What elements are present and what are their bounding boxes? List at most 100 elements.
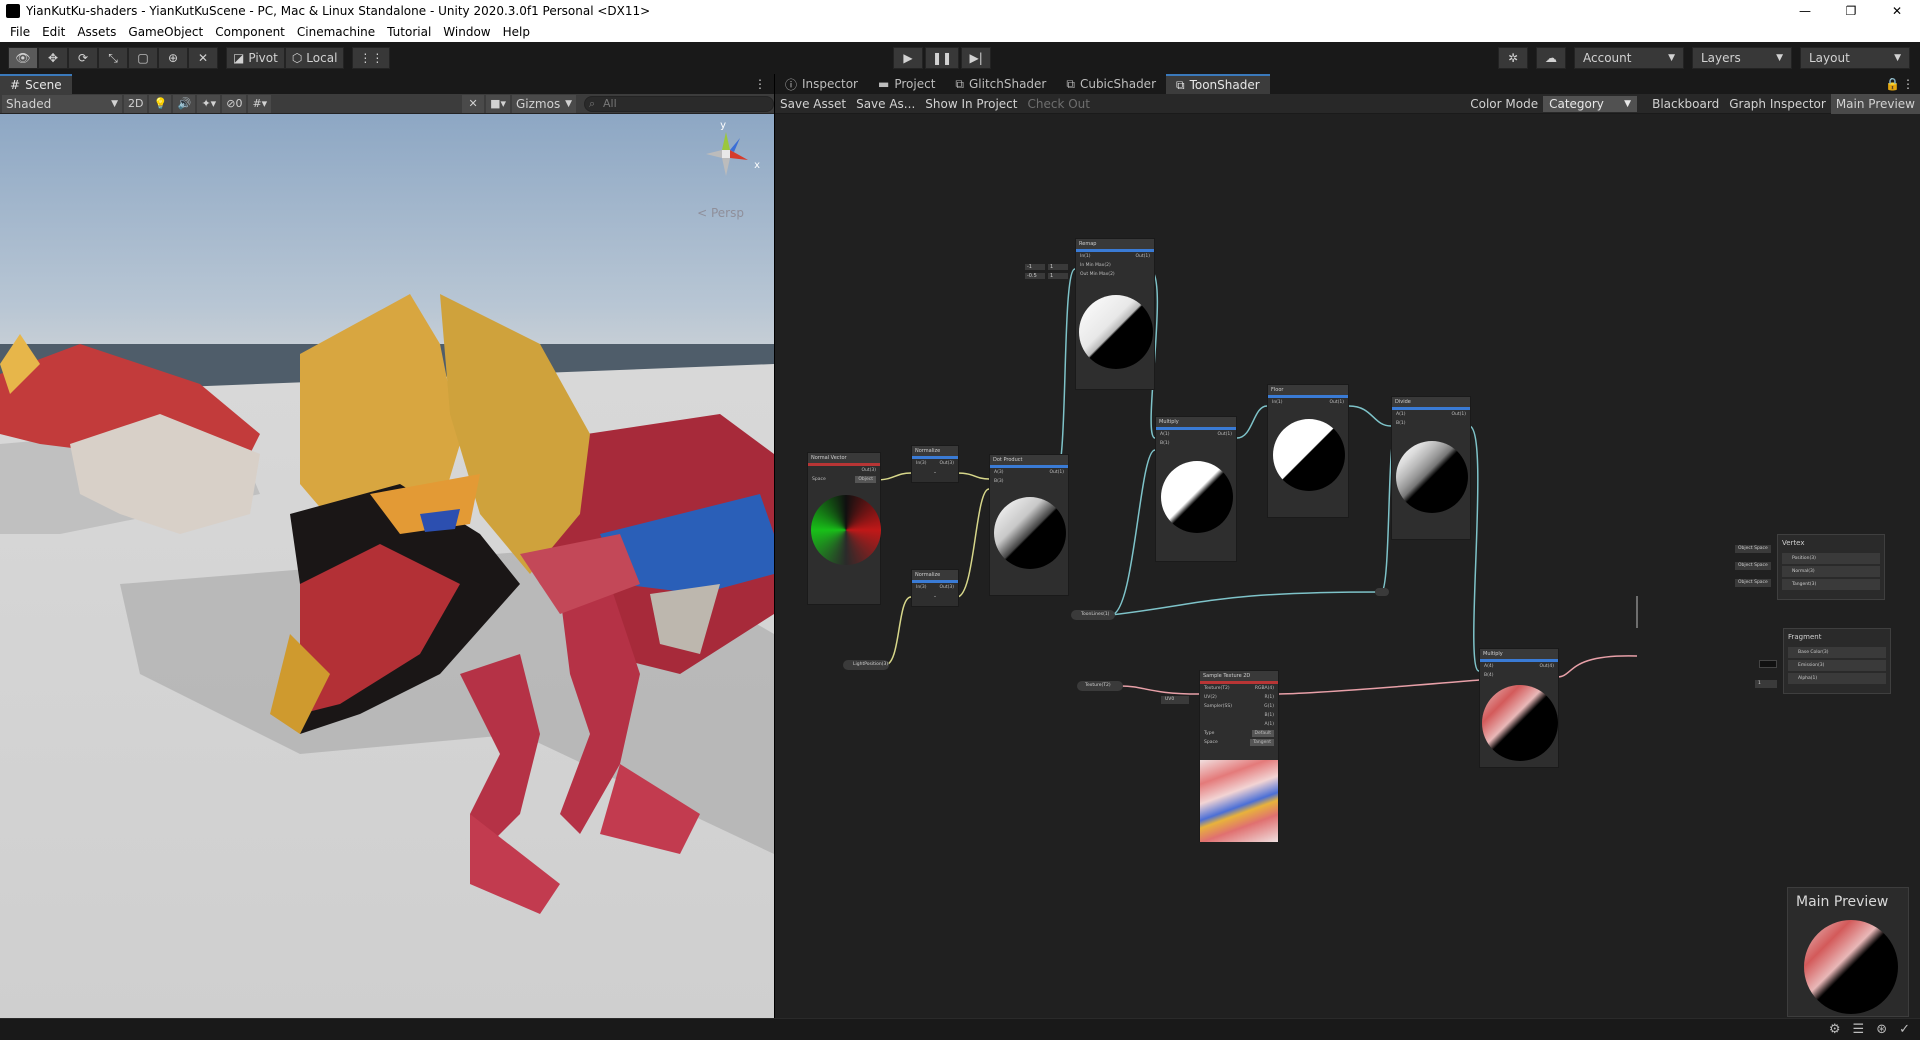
property-light-position[interactable]: LightPosition(3) bbox=[843, 660, 889, 670]
pause-button[interactable]: ❚❚ bbox=[925, 47, 960, 69]
node-multiply-1[interactable]: Multiply A(1) Out(1) B(1) bbox=[1155, 416, 1237, 562]
gizmo-y-axis[interactable] bbox=[722, 132, 730, 150]
port-out[interactable]: Out(3) bbox=[939, 459, 954, 468]
node-normalize-1[interactable]: Normalize In(3) Out(3) ⌄ bbox=[911, 445, 959, 483]
main-preview-window[interactable]: Main Preview bbox=[1787, 887, 1909, 1017]
audio-toggle[interactable]: 🔊 bbox=[173, 94, 196, 113]
alpha-value-chip[interactable]: 1 bbox=[1755, 680, 1777, 688]
panel-menu-icon[interactable]: ⋮ bbox=[1902, 77, 1914, 91]
maximize-button[interactable]: ❐ bbox=[1828, 0, 1874, 22]
scene-tools-button[interactable]: ✕ bbox=[462, 94, 485, 113]
grid-snap-button[interactable]: ⋮⋮ bbox=[352, 47, 391, 69]
custom-tool-button[interactable]: ✕ bbox=[188, 47, 218, 69]
remap-field-in-min[interactable]: -1 bbox=[1025, 264, 1045, 270]
port-out[interactable]: Out(1) bbox=[1329, 398, 1344, 407]
menu-gameobject[interactable]: GameObject bbox=[122, 25, 209, 39]
port-g[interactable]: G(1) bbox=[1264, 702, 1274, 711]
color-mode-dropdown[interactable]: Category ▼ bbox=[1543, 96, 1638, 112]
port-out[interactable]: Out(1) bbox=[1135, 252, 1150, 261]
uv-channel-chip[interactable]: UV0 bbox=[1161, 696, 1189, 704]
account-dropdown[interactable]: Account ▼ bbox=[1574, 47, 1684, 69]
vertex-chip-position[interactable]: Object Space bbox=[1735, 545, 1771, 553]
scene-search-input[interactable]: ⌕ All bbox=[584, 95, 774, 112]
menu-window[interactable]: Window bbox=[437, 25, 496, 39]
show-in-project-button[interactable]: Show In Project bbox=[920, 94, 1022, 114]
port-in[interactable]: In(1) bbox=[1080, 254, 1091, 259]
lock-icon[interactable]: 🔒 bbox=[1885, 77, 1900, 91]
save-asset-button[interactable]: Save Asset bbox=[775, 94, 851, 114]
blackboard-toggle[interactable]: Blackboard bbox=[1647, 94, 1724, 114]
graph-inspector-toggle[interactable]: Graph Inspector bbox=[1724, 94, 1831, 114]
menu-help[interactable]: Help bbox=[497, 25, 536, 39]
vertex-stack[interactable]: Vertex Position(3) Normal(3) Tangent(3) bbox=[1777, 534, 1885, 600]
port-out[interactable]: Out(3) bbox=[808, 466, 880, 475]
remap-field-in-max[interactable]: 1 bbox=[1048, 264, 1068, 270]
type-dropdown[interactable]: Default bbox=[1251, 730, 1274, 737]
remap-field-out-max[interactable]: 1 bbox=[1048, 273, 1068, 279]
gizmo-neg-y[interactable] bbox=[722, 158, 730, 176]
fragment-alpha-slot[interactable]: Alpha(1) bbox=[1788, 673, 1886, 684]
menu-edit[interactable]: Edit bbox=[36, 25, 71, 39]
step-button[interactable]: ▶| bbox=[961, 47, 992, 69]
tab-project[interactable]: ▬ Project bbox=[868, 74, 945, 94]
menu-tutorial[interactable]: Tutorial bbox=[381, 25, 437, 39]
vertex-position-slot[interactable]: Position(3) bbox=[1782, 553, 1880, 564]
view-tool-button[interactable]: 👁 bbox=[8, 47, 38, 69]
tab-cubicshader[interactable]: ⧉ CubicShader bbox=[1056, 74, 1166, 94]
node-dot-product[interactable]: Dot Product A(3) Out(1) B(3) bbox=[989, 454, 1069, 596]
gizmo-center[interactable] bbox=[722, 150, 730, 158]
vertex-chip-tangent[interactable]: Object Space bbox=[1735, 579, 1771, 587]
port-r[interactable]: R(1) bbox=[1264, 693, 1274, 702]
port-in[interactable]: In(3) bbox=[916, 585, 927, 590]
vertex-normal-slot[interactable]: Normal(3) bbox=[1782, 566, 1880, 577]
shading-mode-dropdown[interactable]: Shaded ▼ bbox=[2, 94, 122, 113]
cache-server-icon[interactable]: ☰ bbox=[1853, 1022, 1865, 1037]
reroute-node[interactable] bbox=[1375, 588, 1389, 596]
toggle-2d-button[interactable]: 2D bbox=[124, 94, 148, 113]
emission-color-chip[interactable] bbox=[1759, 660, 1777, 668]
port-b[interactable]: B(1) bbox=[1392, 419, 1470, 428]
node-divide[interactable]: Divide A(1) Out(1) B(1) bbox=[1391, 396, 1471, 540]
fragment-base-color-slot[interactable]: Base Color(3) bbox=[1788, 647, 1886, 658]
space-dropdown[interactable]: Tangent bbox=[1250, 739, 1274, 746]
fragment-stack[interactable]: Fragment Base Color(3) Emission(3) Alpha… bbox=[1783, 628, 1891, 694]
tab-inspector[interactable]: ⓘ Inspector bbox=[775, 74, 868, 94]
minimize-button[interactable]: — bbox=[1782, 0, 1828, 22]
main-preview-sphere[interactable] bbox=[1804, 920, 1898, 1014]
gizmos-dropdown[interactable]: Gizmos ▼ bbox=[512, 94, 576, 113]
menu-cinemachine[interactable]: Cinemachine bbox=[291, 25, 381, 39]
gizmo-neg-x[interactable] bbox=[706, 150, 722, 158]
perspective-label[interactable]: < Persp bbox=[697, 206, 744, 220]
collapse-chevron-icon[interactable]: ⌄ bbox=[912, 592, 958, 601]
lighting-toggle[interactable]: 💡 bbox=[149, 94, 172, 113]
port-out[interactable]: Out(3) bbox=[939, 583, 954, 592]
tab-scene[interactable]: # Scene bbox=[0, 74, 72, 94]
port-rgba[interactable]: RGBA(4) bbox=[1255, 684, 1274, 693]
check-out-button[interactable]: Check Out bbox=[1022, 94, 1094, 114]
port-b[interactable]: B(3) bbox=[990, 477, 1068, 486]
local-toggle[interactable]: ⬡ Local bbox=[284, 47, 345, 69]
scale-tool-button[interactable]: ⤡ bbox=[98, 47, 128, 69]
rect-tool-button[interactable]: ▢ bbox=[128, 47, 158, 69]
grid-toggle[interactable]: #▾ bbox=[248, 94, 272, 113]
port-in[interactable]: In(3) bbox=[916, 461, 927, 466]
orientation-gizmo[interactable] bbox=[696, 124, 756, 184]
node-normalize-2[interactable]: Normalize In(3) Out(3) ⌄ bbox=[911, 569, 959, 607]
layers-dropdown[interactable]: Layers ▼ bbox=[1692, 47, 1792, 69]
effects-toggle[interactable]: ✦▾ bbox=[197, 94, 221, 113]
port-out[interactable]: Out(1) bbox=[1217, 430, 1232, 439]
port-a[interactable]: A(1) bbox=[1160, 432, 1169, 437]
notifications-icon[interactable]: ✓ bbox=[1899, 1022, 1910, 1037]
property-texture[interactable]: Texture(T2) bbox=[1077, 681, 1123, 691]
port-sampler[interactable]: Sampler(SS) bbox=[1204, 704, 1232, 709]
camera-button[interactable]: ■▾ bbox=[486, 94, 510, 113]
port-out[interactable]: Out(1) bbox=[1451, 410, 1466, 419]
menu-file[interactable]: File bbox=[4, 25, 36, 39]
hidden-objects-toggle[interactable]: ⊘ 0 bbox=[222, 94, 247, 113]
vertex-chip-normal[interactable]: Object Space bbox=[1735, 562, 1771, 570]
node-remap[interactable]: Remap In(1) Out(1) In Min Max(2) Out Min … bbox=[1075, 238, 1155, 390]
save-as-button[interactable]: Save As... bbox=[851, 94, 920, 114]
graph-canvas[interactable]: Normal Vector Out(3) Space Object Normali… bbox=[775, 114, 1920, 1018]
port-out[interactable]: Out(1) bbox=[1049, 468, 1064, 477]
fragment-emission-slot[interactable]: Emission(3) bbox=[1788, 660, 1886, 671]
